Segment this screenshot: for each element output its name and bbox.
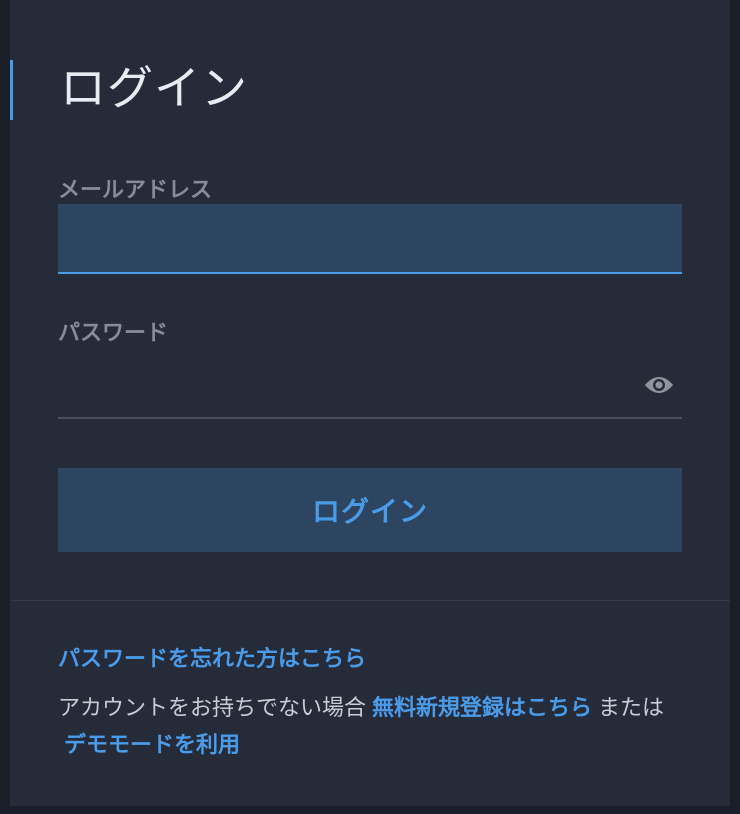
divider xyxy=(10,600,730,601)
or-text: または xyxy=(598,696,665,721)
page-title: ログイン xyxy=(60,61,248,115)
email-field-container xyxy=(58,204,682,274)
email-label: メールアドレス xyxy=(58,178,213,203)
demo-mode-link[interactable]: デモモードを利用 xyxy=(64,733,240,758)
login-card: ログイン メールアドレス パスワード ログイン パスワードを忘れた方はこちら ア… xyxy=(10,0,730,806)
signup-text: アカウントをお持ちでない場合 無料新規登録はこちら またはデモモードを利用 xyxy=(58,690,690,764)
eye-icon[interactable] xyxy=(642,370,676,400)
password-field-container xyxy=(58,352,682,419)
no-account-text: アカウントをお持ちでない場合 xyxy=(58,696,367,721)
signup-link[interactable]: 無料新規登録はこちら xyxy=(372,696,592,721)
password-field[interactable] xyxy=(58,352,682,417)
login-button[interactable]: ログイン xyxy=(58,468,682,552)
email-field[interactable] xyxy=(58,204,682,272)
password-label: パスワード xyxy=(58,321,169,346)
forgot-password-link[interactable]: パスワードを忘れた方はこちら xyxy=(58,645,366,675)
title-accent-bar xyxy=(10,60,13,120)
